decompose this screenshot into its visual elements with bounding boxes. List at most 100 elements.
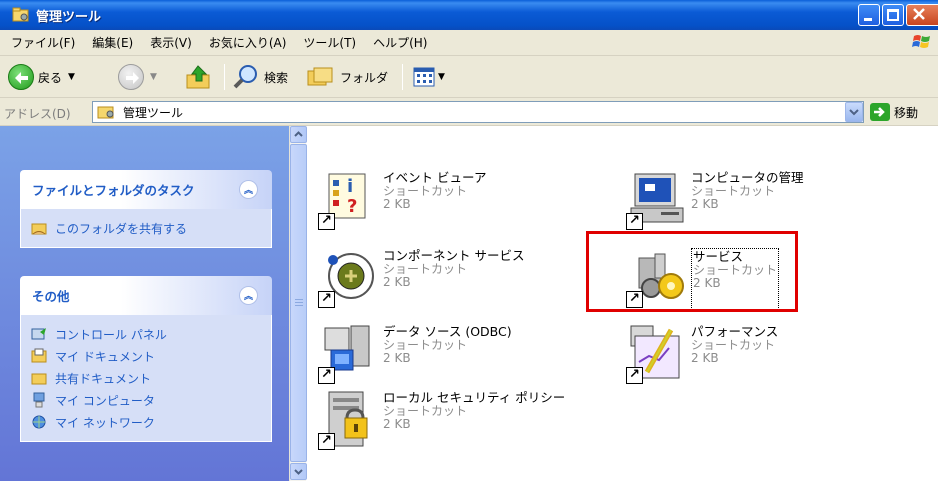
back-arrow-icon [8, 64, 34, 90]
toolbar-separator [224, 64, 225, 90]
my-network-icon [32, 415, 46, 429]
back-button[interactable]: 戻る ▼ [8, 62, 75, 92]
task-share-folder[interactable]: このフォルダを共有する [31, 217, 271, 239]
panel-title: ファイルとフォルダのタスク [32, 183, 195, 198]
admin-tools-folder-icon [12, 7, 29, 22]
folders-label: フォルダ [340, 70, 389, 85]
scroll-up-button[interactable] [290, 126, 307, 143]
maximize-button[interactable] [882, 4, 904, 26]
forward-button[interactable]: ▼ [118, 62, 157, 92]
shortcut-arrow-icon: ↗ [318, 433, 335, 450]
forward-arrow-icon [118, 64, 144, 90]
menu-file[interactable]: ファイル(F) [11, 34, 75, 51]
svg-text:i: i [347, 176, 353, 197]
chevron-up-icon [294, 131, 303, 137]
link-my-network[interactable]: マイ ネットワーク [31, 411, 271, 433]
shortcut-arrow-icon: ↗ [626, 213, 643, 230]
menu-edit[interactable]: 編集(E) [92, 34, 133, 51]
link-label: 共有ドキュメント [55, 371, 152, 386]
search-icon [233, 65, 257, 89]
file-performance[interactable]: ↗ パフォーマンス ショートカット 2 KB [625, 322, 778, 386]
highlight-annotation [586, 231, 798, 312]
folders-icon [307, 67, 333, 86]
link-label: マイ ドキュメント [55, 349, 155, 364]
scroll-down-button[interactable] [290, 463, 307, 480]
file-odbc[interactable]: ↗ データ ソース (ODBC) ショートカット 2 KB [317, 322, 512, 386]
shortcut-arrow-icon: ↗ [626, 367, 643, 384]
file-size: 2 KB [383, 275, 411, 289]
address-dropdown-button[interactable] [845, 102, 863, 122]
shared-documents-icon [31, 373, 47, 385]
menu-help[interactable]: ヘルプ(H) [373, 34, 427, 51]
menu-favorites[interactable]: お気に入り(A) [209, 34, 287, 51]
menu-tools[interactable]: ツール(T) [303, 34, 356, 51]
thumb-grip [295, 302, 303, 303]
vertical-scrollbar[interactable] [289, 126, 307, 481]
shortcut-arrow-icon: ↗ [318, 213, 335, 230]
collapse-icon[interactable]: ︽ [239, 180, 258, 199]
file-component-services[interactable]: ↗ コンポーネント サービス ショートカット 2 KB [317, 246, 524, 310]
shortcut-arrow-icon: ↗ [318, 291, 335, 308]
views-dropdown-icon[interactable]: ▼ [438, 72, 445, 82]
back-label: 戻る [38, 70, 63, 85]
menu-view[interactable]: 表示(V) [150, 34, 192, 51]
scroll-thumb[interactable] [290, 144, 307, 462]
file-name: コンポーネント サービス [383, 248, 525, 263]
thumb-grip [295, 299, 303, 300]
chevron-down-icon [849, 109, 859, 116]
link-my-computer[interactable]: マイ コンピュータ [31, 389, 271, 411]
go-button[interactable]: 移動 [870, 103, 918, 121]
task-label: このフォルダを共有する [55, 221, 188, 236]
close-icon [913, 8, 925, 20]
my-computer-icon [33, 392, 45, 408]
file-size: 2 KB [691, 197, 719, 211]
other-places-panel: その他 ︽ コントロール パネル マイ ドキュメント 共有ドキュメント マイ コ… [20, 276, 272, 442]
collapse-icon[interactable]: ︽ [239, 286, 258, 305]
menu-bar: ファイル(F) 編集(E) 表示(V) お気に入り(A) ツール(T) ヘルプ(… [0, 30, 938, 56]
up-folder-icon [186, 65, 210, 89]
file-event-viewer[interactable]: i ? ↗ イベント ビューア ショートカット 2 KB [317, 168, 486, 232]
address-label: アドレス(D) [4, 107, 71, 121]
file-size: 2 KB [383, 417, 411, 431]
task-pane: ファイルとフォルダのタスク ︽ このフォルダを共有する その他 ︽ コントロール… [0, 126, 289, 481]
search-button[interactable]: 検索 [232, 62, 288, 92]
other-places-header[interactable]: その他 ︽ [20, 276, 272, 315]
thumb-grip [295, 305, 303, 306]
link-label: マイ ネットワーク [55, 415, 155, 430]
panel-body: このフォルダを共有する [20, 209, 272, 248]
link-label: コントロール パネル [55, 327, 167, 342]
go-arrow-icon [870, 103, 890, 121]
window-title: 管理ツール [36, 9, 102, 25]
file-size: 2 KB [383, 197, 411, 211]
minimize-button[interactable] [858, 4, 880, 26]
admin-tools-folder-icon [97, 106, 114, 119]
folders-button[interactable]: フォルダ [306, 62, 388, 92]
address-input[interactable]: 管理ツール [92, 101, 864, 123]
chevron-down-icon [294, 469, 303, 475]
up-folder-button[interactable] [184, 62, 214, 92]
forward-dropdown-icon[interactable]: ▼ [150, 72, 157, 82]
link-my-documents[interactable]: マイ ドキュメント [31, 345, 271, 367]
file-name: イベント ビューア [383, 170, 487, 185]
views-button[interactable]: ▼ [412, 62, 445, 92]
file-local-security-policy[interactable]: ↗ ローカル セキュリティ ポリシー ショートカット 2 KB [317, 388, 565, 452]
title-bar: 管理ツール [0, 0, 938, 30]
close-button[interactable] [906, 4, 938, 26]
views-icon [413, 67, 435, 87]
back-dropdown-icon[interactable]: ▼ [68, 72, 75, 82]
control-panel-icon [31, 328, 46, 340]
link-control-panel[interactable]: コントロール パネル [31, 323, 271, 345]
file-computer-management[interactable]: ↗ コンピュータの管理 ショートカット 2 KB [625, 168, 804, 232]
file-size: 2 KB [691, 351, 719, 365]
file-folder-tasks-header[interactable]: ファイルとフォルダのタスク ︽ [20, 170, 272, 209]
address-bar: アドレス(D) 管理ツール 移動 [0, 98, 938, 126]
shortcut-arrow-icon: ↗ [318, 367, 335, 384]
file-name: ローカル セキュリティ ポリシー [383, 390, 566, 405]
windows-logo-icon [912, 35, 930, 48]
panel-body: コントロール パネル マイ ドキュメント 共有ドキュメント マイ コンピュータ … [20, 315, 272, 442]
link-shared-documents[interactable]: 共有ドキュメント [31, 367, 271, 389]
svg-text:?: ? [347, 196, 357, 217]
link-label: マイ コンピュータ [55, 393, 155, 408]
go-label: 移動 [894, 105, 919, 120]
share-folder-icon [31, 223, 47, 235]
